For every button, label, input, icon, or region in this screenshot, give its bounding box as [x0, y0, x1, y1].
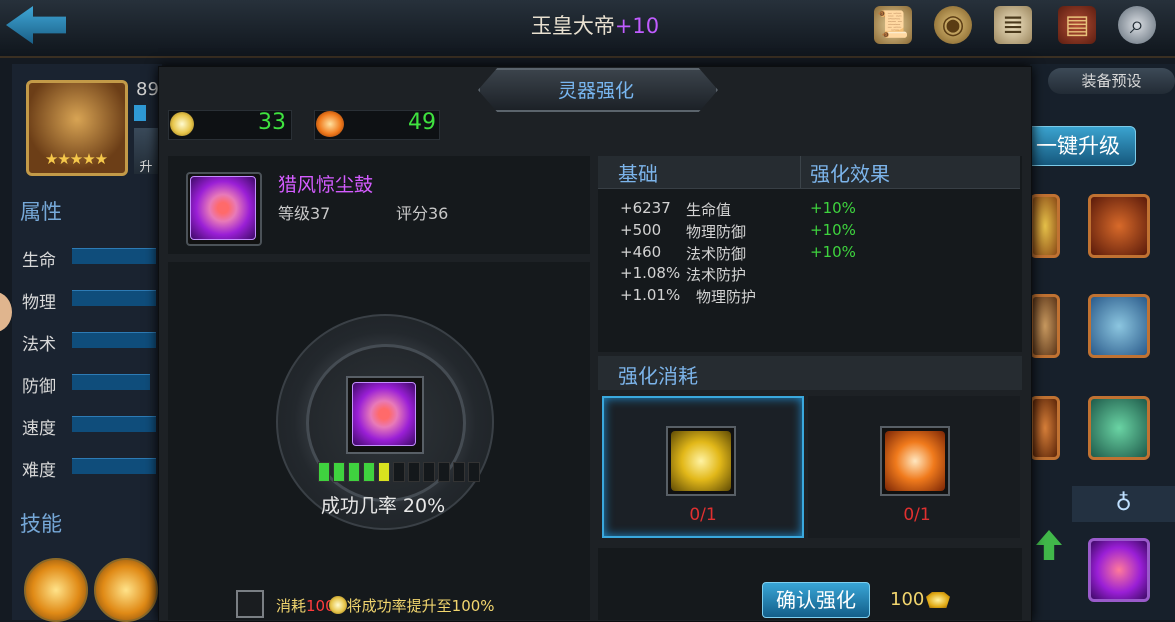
stats-header [598, 156, 1020, 189]
item-level: 等级37 [278, 204, 331, 223]
stat-bonus: +10% [810, 243, 856, 261]
progress-segment [378, 462, 390, 482]
medal-icon[interactable]: ◉ [934, 6, 972, 44]
consume-stones-checkbox[interactable] [236, 590, 264, 618]
material-1-count: 0/1 [689, 505, 717, 525]
stat-name: 物理防护 [696, 288, 757, 306]
equip-slot-1[interactable] [1030, 194, 1060, 258]
progress-segment [408, 462, 420, 482]
progress-segment [438, 462, 450, 482]
stat-row: +460 法术防御 +10% [620, 243, 856, 264]
stat-row: +6237 生命值 +10% [620, 199, 856, 220]
attr-label-physical: 物理 [22, 293, 56, 313]
spirit-stone-small-icon [328, 596, 347, 614]
page-title: 玉皇大帝+10 [470, 10, 720, 40]
progress-segment [423, 462, 435, 482]
consume-option-text: 消耗100 将成功率提升至100% [276, 595, 495, 616]
attr-label-speed: 速度 [22, 419, 56, 439]
item-name: 猎风惊尘鼓 [278, 174, 374, 196]
scroll-icon[interactable]: 📜 [874, 6, 912, 44]
stat-value: +1.08% [620, 264, 681, 282]
stat-value: +1.01% [620, 286, 681, 304]
stat-row: +1.08% 法术防护 [620, 264, 810, 285]
stats-base-header: 基础 [618, 162, 658, 186]
skills-title: 技能 [20, 512, 62, 536]
stat-row: +500 物理防御 +10% [620, 221, 856, 242]
gem-slot-tab-icon[interactable]: ♁ [1072, 486, 1175, 522]
attr-bar-difficulty [72, 458, 156, 474]
enhance-progress-bar [318, 462, 480, 482]
lingqi-slot-icon[interactable] [1088, 538, 1150, 602]
stat-bonus: +10% [810, 221, 856, 239]
skill-2-icon[interactable] [94, 558, 158, 622]
equip-slot-2[interactable] [1088, 194, 1150, 258]
attr-bar-magic [72, 332, 156, 348]
consume-suffix: 将成功率提升至100% [346, 597, 495, 615]
skill-1-icon[interactable] [24, 558, 88, 622]
stat-bonus: +10% [810, 199, 856, 217]
orange-hexagon-gem-icon[interactable] [885, 431, 945, 491]
spirit-stone-icon [170, 112, 194, 136]
side-avatar [0, 292, 12, 332]
hero-name: 玉皇大帝 [530, 14, 615, 38]
hero-enhance-level: +10 [614, 14, 660, 38]
attr-bar-speed [72, 416, 156, 432]
progress-segment [363, 462, 375, 482]
confirm-cost: 100 [890, 589, 925, 610]
equip-slot-5[interactable] [1030, 396, 1060, 460]
stat-value: +6237 [620, 199, 671, 217]
upgrade-star-button[interactable]: 升 [134, 128, 158, 175]
stats-effect-header: 强化效果 [810, 162, 890, 186]
progress-segment [393, 462, 405, 482]
equip-slot-4[interactable] [1088, 294, 1150, 358]
stat-name: 法术防御 [686, 245, 747, 263]
success-rate-label: 成功几率 20% [320, 495, 446, 517]
equip-preset-button[interactable]: 装备预设 [1048, 68, 1175, 94]
book-icon[interactable]: ▤ [1058, 6, 1096, 44]
progress-segment [318, 462, 330, 482]
stat-name: 物理防御 [686, 223, 747, 241]
item-score: 评分36 [396, 204, 449, 223]
hero-star-rating: ★★★★★ [44, 150, 108, 168]
attr-bar-hp [72, 248, 156, 264]
consume-title: 强化消耗 [618, 364, 698, 388]
stat-name: 法术防护 [686, 266, 747, 284]
material-2-count: 0/1 [903, 505, 931, 525]
dial-drum-item-icon [352, 382, 416, 446]
attr-bar-defense [72, 374, 150, 390]
one-key-upgrade-button[interactable]: 一键升级 [1020, 126, 1136, 166]
stone-currency-value: 33 [258, 110, 286, 135]
stat-value: +460 [620, 243, 662, 261]
equip-slot-3[interactable] [1030, 294, 1060, 358]
fire-spiral-icon [316, 111, 344, 137]
hero-level: 89 [136, 79, 159, 100]
stat-name: 生命值 [686, 201, 732, 219]
progress-segment [453, 462, 465, 482]
gold-pentagon-gem-icon[interactable] [671, 431, 731, 491]
consume-prefix: 消耗 [276, 597, 307, 615]
hero-exp-bar [134, 105, 146, 121]
progress-segment [348, 462, 360, 482]
attributes-title: 属性 [20, 200, 62, 224]
stat-value: +500 [620, 221, 662, 239]
fire-currency-value: 49 [408, 110, 436, 135]
attr-label-magic: 法术 [22, 335, 56, 355]
gold-ingot-icon [926, 592, 950, 608]
drum-item-icon[interactable] [190, 176, 256, 240]
progress-segment [333, 462, 345, 482]
progress-segment [468, 462, 480, 482]
stats-column-divider [800, 156, 801, 188]
attr-label-hp: 生命 [22, 251, 56, 271]
document-icon[interactable]: ≣ [994, 6, 1032, 44]
magnifier-icon[interactable]: ⌕ [1118, 6, 1156, 44]
attr-label-difficulty: 难度 [22, 461, 56, 481]
stat-row: +1.01% 物理防护 [620, 286, 820, 307]
confirm-enhance-button[interactable]: 确认强化 [762, 582, 870, 618]
attr-label-defense: 防御 [22, 377, 56, 397]
attr-bar-physical [72, 290, 156, 306]
equip-slot-6[interactable] [1088, 396, 1150, 460]
modal-title: 灵器强化 [557, 80, 634, 102]
